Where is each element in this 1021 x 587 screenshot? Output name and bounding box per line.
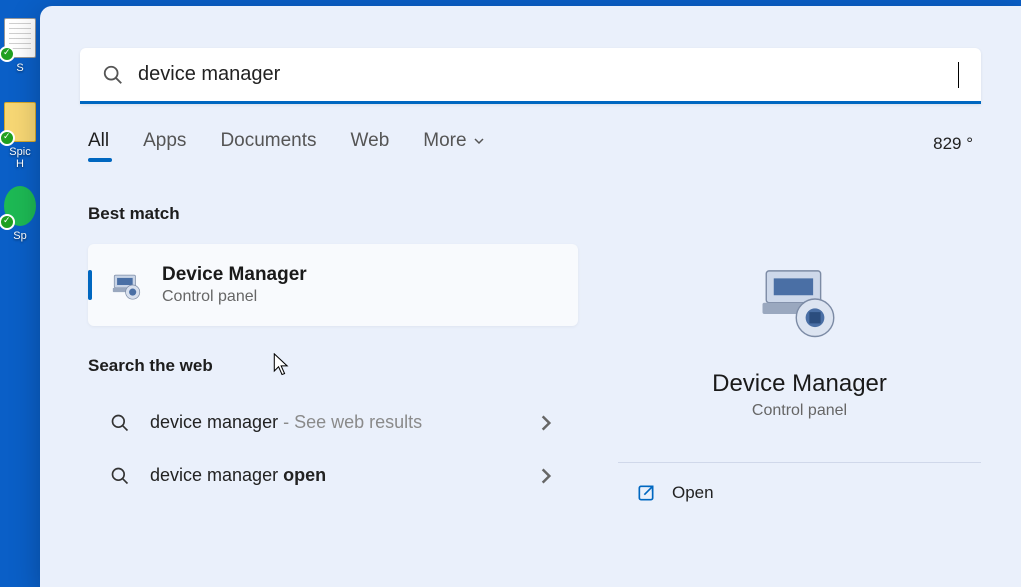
device-manager-large-icon: [755, 254, 845, 344]
tab-web[interactable]: Web: [351, 130, 390, 158]
sync-badge-icon: [0, 46, 15, 62]
divider: [618, 462, 981, 463]
results-column: Best match Device Manager Control panel …: [88, 184, 578, 587]
search-icon: [102, 64, 124, 86]
tab-all[interactable]: All: [88, 130, 109, 158]
chevron-right-icon: [536, 466, 556, 486]
tab-more-label: More: [423, 130, 466, 152]
search-input[interactable]: [138, 63, 958, 86]
search-web-header: Search the web: [88, 356, 578, 376]
web-result-text: device manager open: [150, 465, 516, 486]
result-subtitle: Control panel: [162, 288, 307, 306]
desktop-icon-label: Spic H: [2, 146, 38, 170]
sync-badge-icon: [0, 130, 15, 146]
desktop-icons: S Spic H Sp: [0, 0, 40, 587]
sync-badge-icon: [0, 214, 15, 230]
search-panel: All Apps Documents Web More 829 ° Best m…: [40, 6, 1021, 587]
desktop-icon[interactable]: Sp: [2, 186, 38, 246]
desktop-icon[interactable]: S: [2, 18, 38, 78]
result-title: Device Manager: [162, 264, 307, 286]
best-match-result[interactable]: Device Manager Control panel: [88, 244, 578, 326]
chevron-right-icon: [536, 413, 556, 433]
open-external-icon: [636, 483, 656, 503]
preview-title: Device Manager: [712, 370, 887, 398]
open-action[interactable]: Open: [618, 467, 981, 519]
preview-column: Device Manager Control panel Open: [618, 184, 1021, 587]
device-manager-icon: [110, 268, 144, 302]
text-caret: [958, 62, 959, 88]
desktop-icon[interactable]: Spic H: [2, 102, 38, 162]
desktop-icon-label: S: [2, 62, 38, 74]
desktop-icon-label: Sp: [2, 230, 38, 242]
weather-widget[interactable]: 829 °: [933, 134, 973, 154]
web-result[interactable]: device manager - See web results: [88, 396, 578, 449]
tab-documents[interactable]: Documents: [220, 130, 316, 158]
chevron-down-icon: [473, 135, 485, 147]
filter-tabs: All Apps Documents Web More 829 °: [40, 104, 1021, 170]
search-icon: [110, 466, 130, 486]
search-icon: [110, 413, 130, 433]
preview-subtitle: Control panel: [752, 402, 847, 420]
search-bar[interactable]: [80, 48, 981, 104]
action-label: Open: [672, 483, 714, 503]
tab-apps[interactable]: Apps: [143, 130, 186, 158]
tab-more[interactable]: More: [423, 130, 484, 158]
web-result[interactable]: device manager open: [88, 449, 578, 502]
web-result-text: device manager - See web results: [150, 412, 516, 433]
best-match-header: Best match: [88, 204, 578, 224]
